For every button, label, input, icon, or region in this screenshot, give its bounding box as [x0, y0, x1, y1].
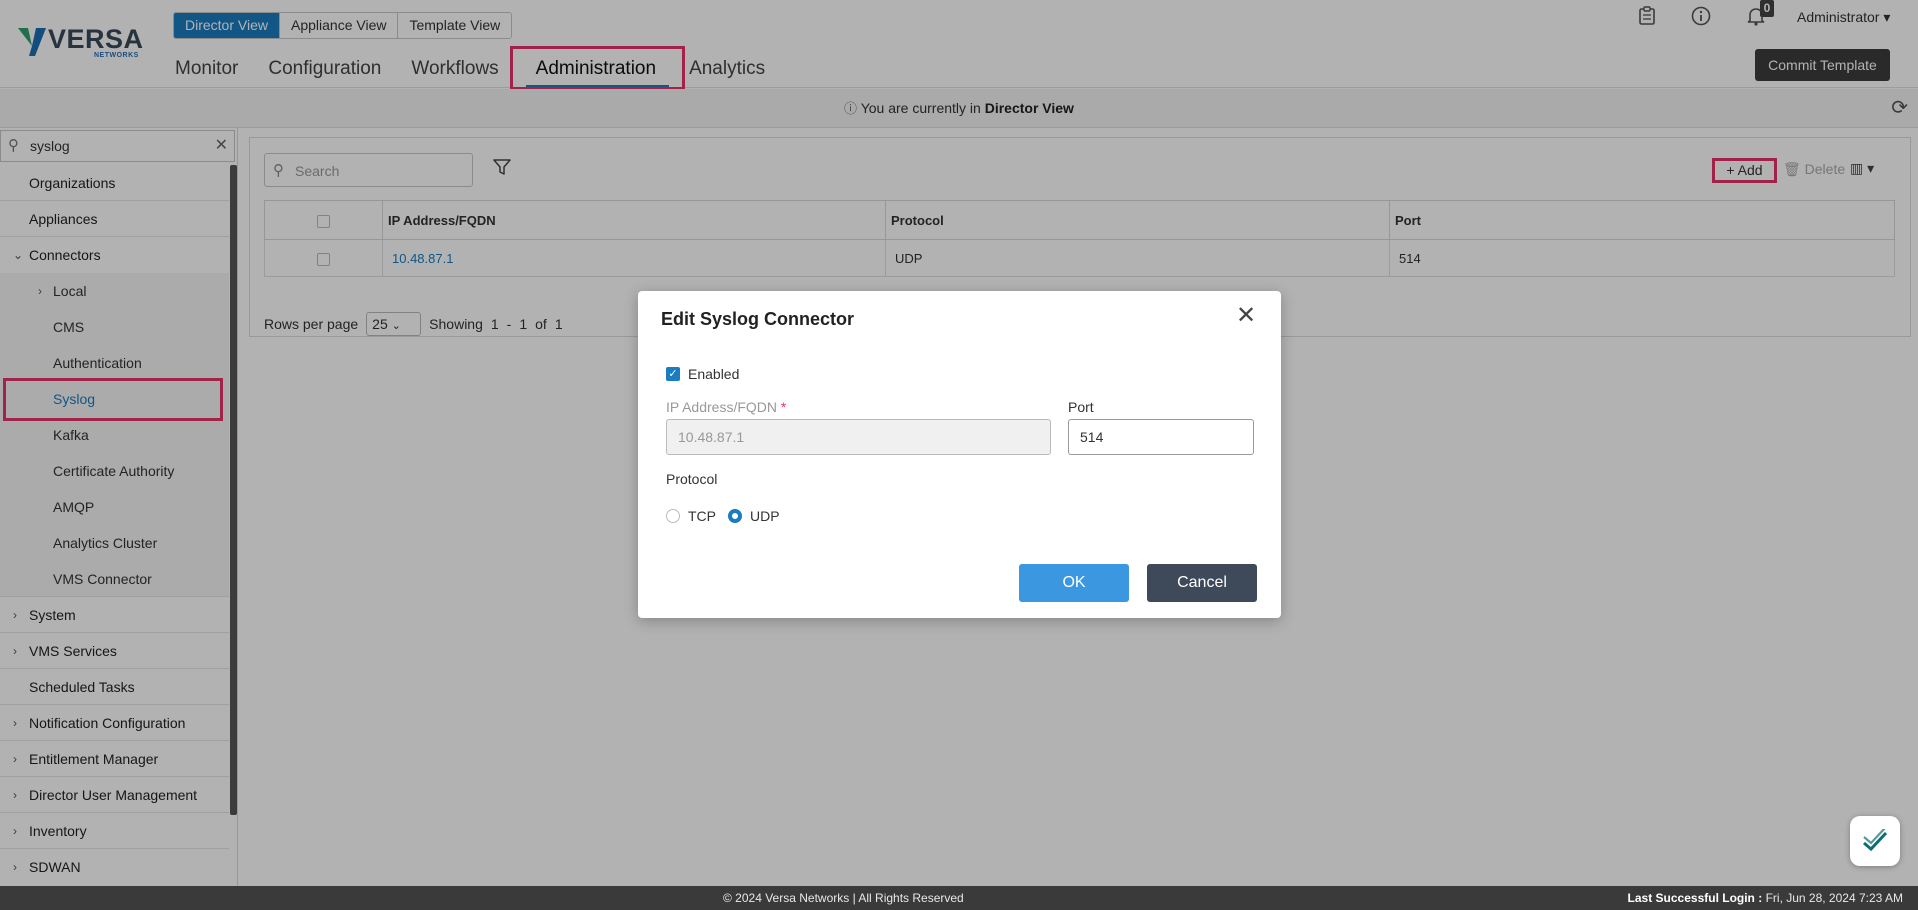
required-marker: * — [780, 399, 787, 415]
protocol-radio-tcp-label: TCP — [688, 508, 716, 524]
chat-assistant-icon[interactable] — [1850, 816, 1900, 866]
last-login-label: Last Successful Login : — [1627, 891, 1763, 905]
dialog-title: Edit Syslog Connector — [661, 309, 855, 329]
ip-label-text: IP Address/FQDN — [666, 399, 778, 415]
port-field-label: Port — [1068, 399, 1094, 415]
enabled-label: Enabled — [688, 366, 740, 382]
protocol-radio-udp-label: UDP — [750, 508, 780, 524]
protocol-radio-tcp[interactable] — [666, 509, 680, 523]
ok-button[interactable]: OK — [1019, 564, 1129, 602]
enabled-checkbox[interactable]: ✓ — [666, 367, 680, 381]
footer: © 2024 Versa Networks | All Rights Reser… — [0, 886, 1918, 910]
protocol-label: Protocol — [666, 471, 718, 487]
edit-syslog-connector-dialog: Edit Syslog Connector ✕ ✓ Enabled IP Add… — [638, 291, 1281, 618]
copyright-text: © 2024 Versa Networks | All Rights Reser… — [723, 891, 964, 905]
close-icon[interactable]: ✕ — [1236, 304, 1256, 328]
last-login: Last Successful Login : Fri, Jun 28, 202… — [1628, 886, 1903, 910]
cancel-button[interactable]: Cancel — [1147, 564, 1257, 602]
ip-address-field[interactable]: 10.48.87.1 — [666, 419, 1051, 455]
ip-field-label: IP Address/FQDN * — [666, 399, 786, 415]
port-field[interactable]: 514 — [1068, 419, 1254, 455]
last-login-value: Fri, Jun 28, 2024 7:23 AM — [1765, 891, 1903, 905]
protocol-radio-udp[interactable] — [728, 509, 742, 523]
